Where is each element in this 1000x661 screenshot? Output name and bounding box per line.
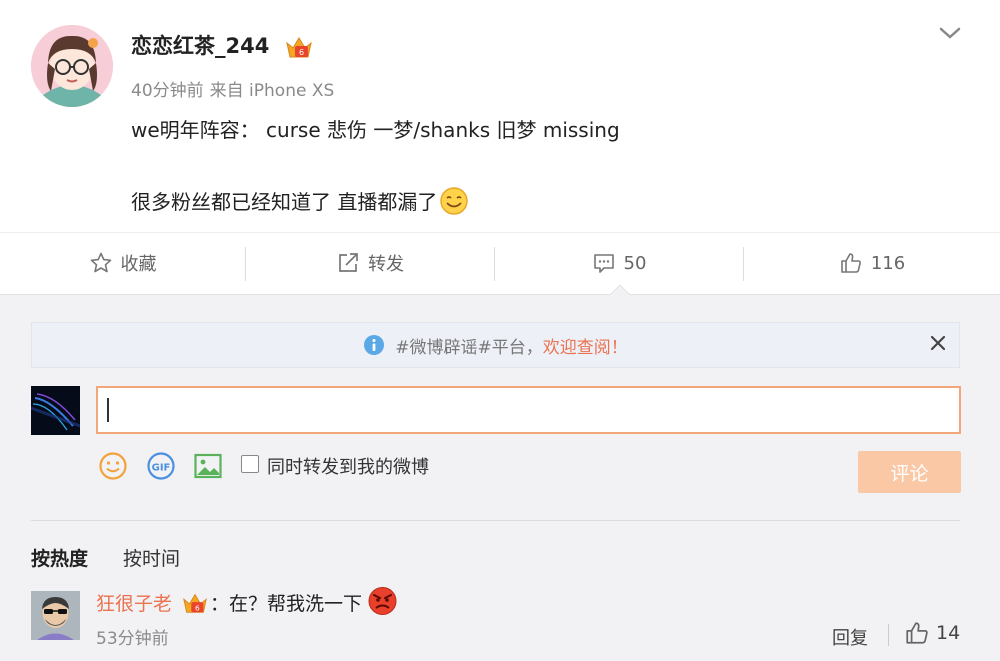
sort-by-hot-tab[interactable]: 按热度 (31, 544, 88, 571)
like-count: 116 (870, 252, 906, 274)
poster-avatar-image (31, 25, 113, 107)
angry-emoji-icon (368, 587, 397, 615)
sort-by-time-tab[interactable]: 按时间 (123, 544, 180, 571)
post-text-line-2: 很多粉丝都已经知道了 直播都漏了 (131, 186, 469, 216)
forward-checkbox[interactable] (241, 455, 259, 473)
comment-text: ：在？帮我洗一下 (210, 593, 363, 615)
panel-pointer (610, 285, 630, 295)
my-avatar-image (31, 386, 80, 435)
image-icon[interactable] (193, 451, 223, 481)
comment-like-button[interactable]: 14 (904, 620, 960, 646)
svg-text:GIF: GIF (152, 463, 171, 474)
favorite-button[interactable]: 收藏 (0, 233, 245, 293)
smile-emoji-icon (440, 187, 469, 215)
share-icon (339, 253, 358, 272)
poster-username[interactable]: 恋恋红茶_244 (131, 30, 269, 60)
poster-avatar[interactable] (31, 25, 113, 107)
text-cursor (107, 398, 109, 422)
close-icon[interactable] (926, 331, 950, 355)
post-action-bar: 收藏 转发 50 116 (0, 232, 1000, 294)
notice-text: #微博辟谣#平台， (395, 337, 543, 358)
commenter-avatar-image (31, 591, 80, 640)
comment-like-count: 14 (936, 622, 961, 644)
vip-crown-icon[interactable]: 6 (284, 33, 314, 61)
post-meta: 40分钟前 来自 iPhone XS (131, 76, 334, 101)
comment-icon (593, 254, 614, 273)
comment-button[interactable]: 50 (495, 233, 743, 293)
thumbs-up-icon (841, 253, 861, 273)
divider (31, 520, 960, 521)
comment-time: 53分钟前 (96, 629, 169, 649)
submit-comment-button[interactable]: 评论 (858, 451, 961, 493)
post-time[interactable]: 40分钟前 (131, 81, 204, 101)
forward-checkbox-label[interactable]: 同时转发到我的微博 (267, 453, 429, 479)
emoji-icon[interactable] (98, 451, 128, 481)
info-icon (364, 335, 385, 355)
rumor-notice: #微博辟谣#平台， 欢迎查阅！ (31, 322, 960, 368)
comment-input[interactable] (96, 386, 961, 434)
comment-action-divider (888, 624, 889, 646)
gif-icon[interactable]: GIF (146, 451, 176, 481)
favorite-label: 收藏 (120, 254, 157, 275)
reply-button[interactable]: 回复 (832, 624, 868, 650)
forward-label: 转发 (368, 254, 404, 275)
post-text-line-2-text: 很多粉丝都已经知道了 直播都漏了 (131, 190, 438, 214)
thumbs-up-icon (906, 622, 928, 644)
like-button[interactable]: 116 (744, 233, 1000, 293)
my-avatar[interactable] (31, 386, 80, 435)
vip-crown-icon[interactable]: 6 (181, 590, 209, 616)
post-text-line-1: we明年阵容： curse 悲伤 一梦/shanks 旧梦 missing (131, 118, 620, 142)
commenter-name[interactable]: 狂很子老 (96, 589, 172, 616)
comment-count: 50 (623, 252, 647, 274)
forward-button[interactable]: 转发 (246, 233, 494, 293)
notice-link[interactable]: 欢迎查阅！ (543, 333, 628, 358)
svg-text:6: 6 (299, 48, 304, 57)
post-source[interactable]: 来自 iPhone XS (210, 81, 335, 101)
chevron-down-icon[interactable] (935, 22, 965, 44)
star-icon (90, 252, 111, 273)
commenter-avatar[interactable] (31, 591, 80, 640)
svg-text:6: 6 (195, 603, 200, 612)
